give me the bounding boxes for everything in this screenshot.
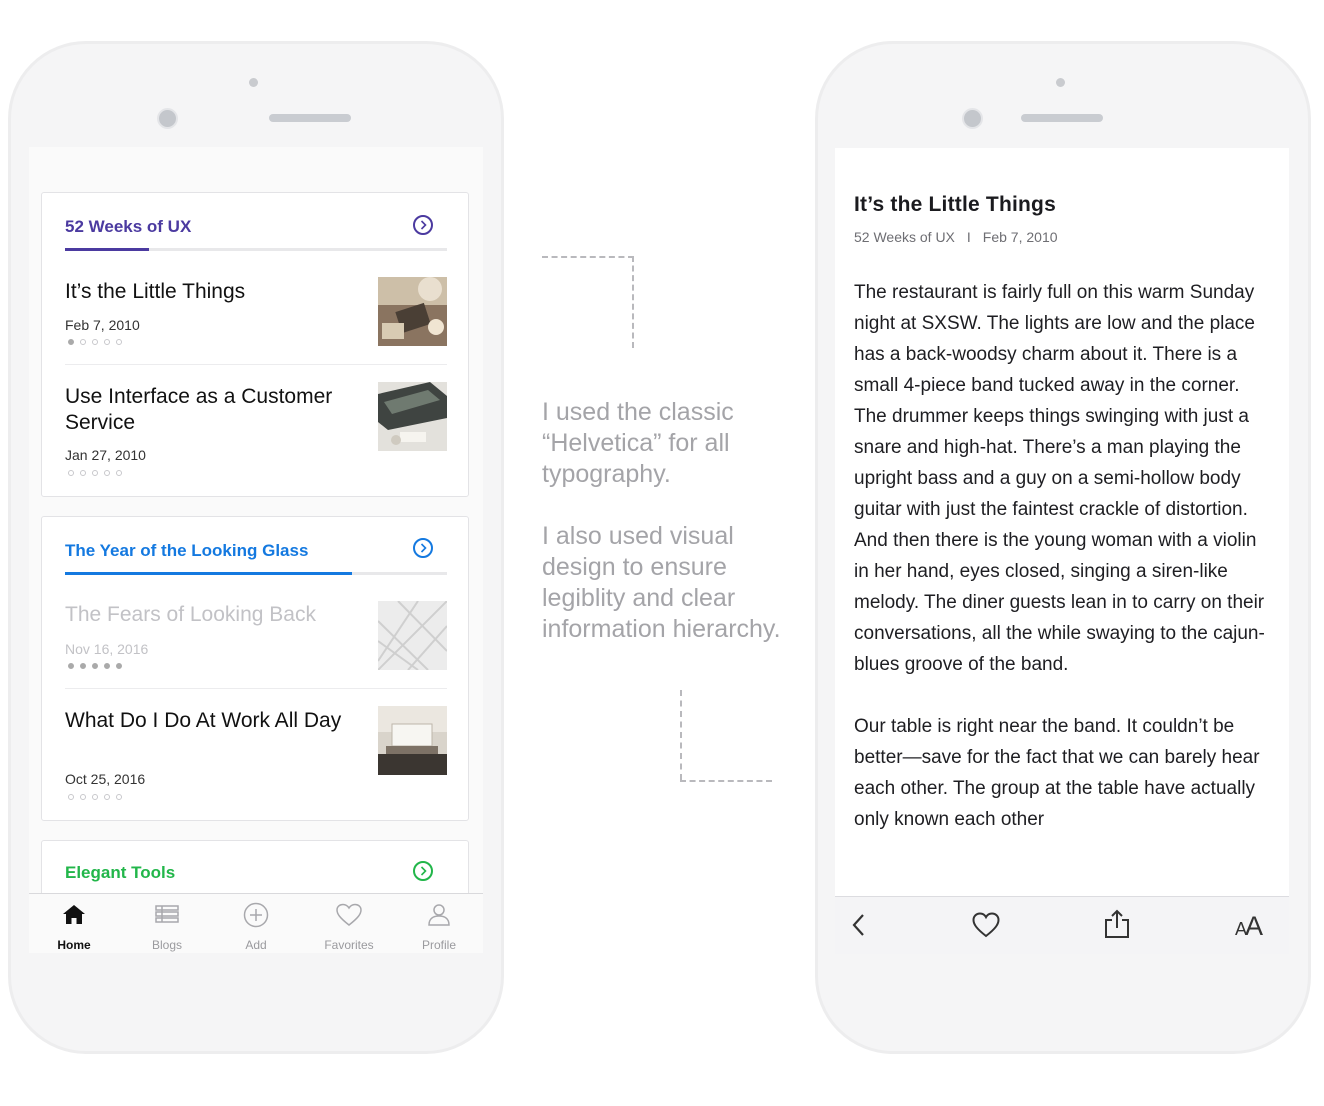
front-camera xyxy=(962,108,983,129)
dot-unread xyxy=(104,794,110,800)
tab-label: Favorites xyxy=(324,938,374,952)
post-date: Oct 25, 2016 xyxy=(65,771,146,787)
dot-unread xyxy=(92,470,98,476)
dot-unread xyxy=(92,794,98,800)
post-thumbnail[interactable] xyxy=(378,601,447,670)
post-title[interactable]: Use Interface as a Customer Service xyxy=(65,384,375,436)
dot-unread xyxy=(104,339,110,345)
section-card-52-weeks: 52 Weeks of UX It’s the Little Things Fe… xyxy=(41,192,469,497)
back-icon[interactable] xyxy=(849,912,869,943)
home-screen: 52 Weeks of UX It’s the Little Things Fe… xyxy=(29,147,483,953)
home-icon xyxy=(63,905,85,924)
earpiece-speaker xyxy=(1021,114,1103,122)
annotation-text: I used the classic “Helvetica” for all t… xyxy=(542,398,734,488)
read-progress-dots xyxy=(68,470,122,478)
post-date: Nov 16, 2016 xyxy=(65,641,149,657)
read-progress-dots xyxy=(68,794,122,802)
post-title[interactable]: What Do I Do At Work All Day xyxy=(65,708,355,734)
annotation-connector xyxy=(680,690,682,780)
read-progress-dots xyxy=(68,663,122,671)
dot-unread xyxy=(80,339,86,345)
article-date: Feb 7, 2010 xyxy=(982,229,1058,245)
list-divider xyxy=(65,364,447,365)
annotation-connector xyxy=(680,780,772,782)
section-progress-fill xyxy=(65,248,150,251)
dot-unread xyxy=(116,794,122,800)
section-title[interactable]: Elegant Tools xyxy=(65,863,175,883)
article-title: It’s the Little Things xyxy=(854,193,1056,216)
post-date: Feb 7, 2010 xyxy=(65,317,140,333)
annotation-connector xyxy=(542,256,634,258)
reader-toolbar: AA xyxy=(835,896,1289,954)
dot-unread xyxy=(68,470,74,476)
font-size-large-a: A xyxy=(1245,911,1263,941)
list-divider xyxy=(65,688,447,689)
chevron-right-circle-icon[interactable] xyxy=(413,215,433,235)
tab-blogs[interactable]: Blogs xyxy=(127,894,207,953)
dot-read xyxy=(68,339,74,345)
tab-label: Add xyxy=(245,938,267,952)
dot-unread xyxy=(80,470,86,476)
article-meta: 52 Weeks of UX I Feb 7, 2010 xyxy=(854,229,1058,245)
article-series[interactable]: 52 Weeks of UX xyxy=(854,229,955,245)
dot-unread xyxy=(68,794,74,800)
dot-read xyxy=(104,663,110,669)
tab-add[interactable]: Add xyxy=(216,894,296,953)
heart-icon xyxy=(336,903,362,926)
post-title[interactable]: It’s the Little Things xyxy=(65,279,365,305)
add-icon xyxy=(243,902,269,928)
chevron-right-circle-icon[interactable] xyxy=(413,861,433,881)
article-paragraph: The restaurant is fairly full on this wa… xyxy=(854,282,1265,675)
section-title[interactable]: 52 Weeks of UX xyxy=(65,217,191,237)
post-title[interactable]: The Fears of Looking Back xyxy=(65,602,365,628)
dot-read xyxy=(92,663,98,669)
article-screen: It’s the Little Things 52 Weeks of UX I Fe… xyxy=(835,148,1289,954)
tab-home[interactable]: Home xyxy=(34,894,114,953)
section-progress-track xyxy=(65,248,447,251)
post-thumbnail[interactable] xyxy=(378,382,447,451)
tab-label: Blogs xyxy=(151,938,183,952)
blogs-icon xyxy=(155,905,179,923)
front-sensor xyxy=(1056,78,1065,87)
share-icon[interactable] xyxy=(1102,909,1132,944)
annotation-text: I also used visual design to ensure legi… xyxy=(542,522,781,643)
chevron-right-circle-icon[interactable] xyxy=(413,538,433,558)
dot-read xyxy=(68,663,74,669)
meta-separator: I xyxy=(966,229,971,245)
profile-icon xyxy=(428,904,450,926)
tab-profile[interactable]: Profile xyxy=(399,894,479,953)
article-body: The restaurant is fairly full on this wa… xyxy=(854,277,1274,866)
section-title[interactable]: The Year of the Looking Glass xyxy=(65,541,308,561)
post-thumbnail[interactable] xyxy=(378,706,447,775)
read-progress-dots xyxy=(68,339,122,347)
font-size-label: AA xyxy=(1235,911,1263,941)
front-sensor xyxy=(249,78,258,87)
annotation-connector xyxy=(632,256,634,348)
section-progress-track xyxy=(65,572,447,575)
section-card-looking-glass: The Year of the Looking Glass The Fears … xyxy=(41,516,469,821)
dot-read xyxy=(80,663,86,669)
article-paragraph: Our table is right near the band. It cou… xyxy=(854,716,1260,830)
bottom-tab-bar: Home Blogs Add Favorites Profile xyxy=(29,893,483,953)
front-camera xyxy=(157,108,178,129)
font-size-icon[interactable]: AA xyxy=(1235,911,1263,942)
heart-icon[interactable] xyxy=(972,912,1000,943)
tab-label: Profile xyxy=(421,938,456,952)
section-progress-fill xyxy=(65,572,352,575)
dot-unread xyxy=(116,470,122,476)
post-date: Jan 27, 2010 xyxy=(65,447,146,463)
post-thumbnail[interactable] xyxy=(378,277,447,346)
dot-unread xyxy=(92,339,98,345)
tab-favorites[interactable]: Favorites xyxy=(309,894,389,953)
dot-unread xyxy=(116,339,122,345)
dot-read xyxy=(116,663,122,669)
dot-unread xyxy=(80,794,86,800)
font-size-small-a: A xyxy=(1235,919,1247,939)
dot-unread xyxy=(104,470,110,476)
earpiece-speaker xyxy=(269,114,351,122)
tab-label: Home xyxy=(57,938,91,952)
